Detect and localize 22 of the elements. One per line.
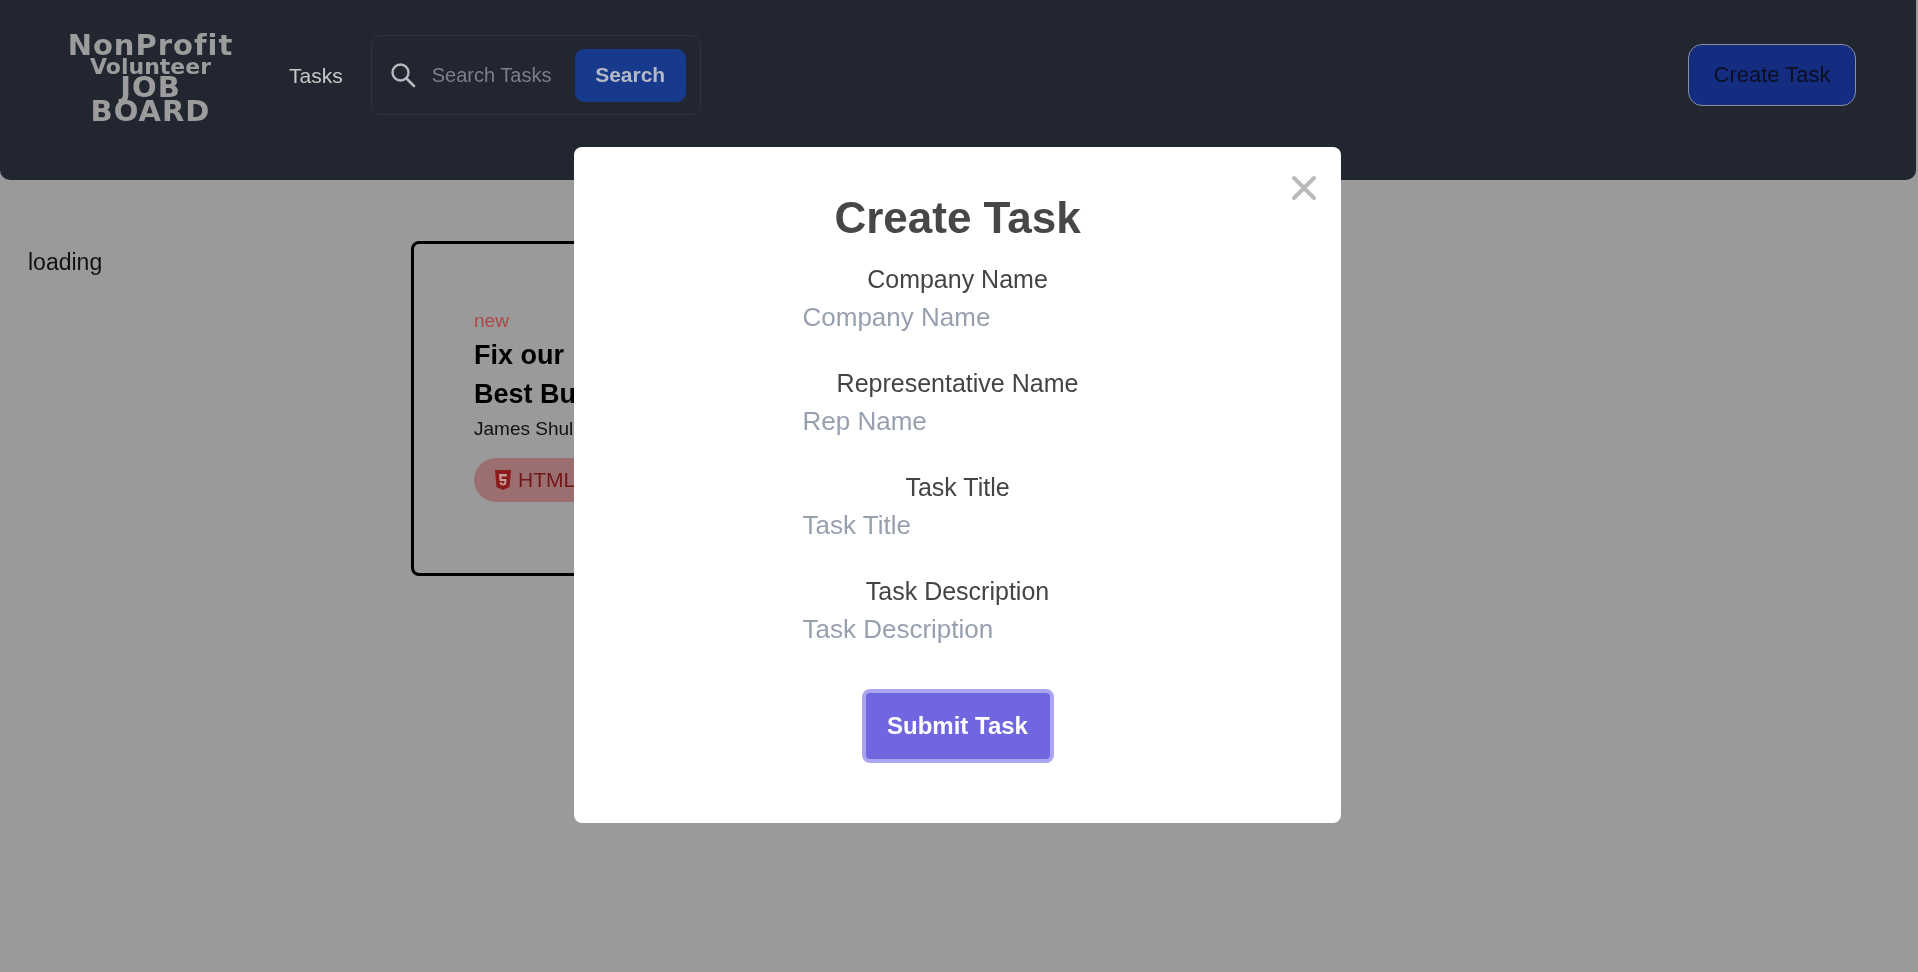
dialog-title: Create Task	[834, 193, 1081, 243]
task-title: Fix our	[474, 340, 564, 371]
new-label: new	[474, 310, 509, 332]
search-icon	[389, 62, 416, 88]
field-label: Company Name	[867, 265, 1048, 294]
submit-task-button[interactable]: Submit Task	[861, 689, 1054, 763]
loading-text: loading	[28, 249, 104, 276]
author-name: James Shul	[474, 418, 574, 440]
input-field[interactable]: Rep Name	[802, 406, 1113, 437]
field-label: Representative Name	[836, 369, 1079, 398]
input-field[interactable]: Task Title	[802, 510, 1113, 541]
search-field[interactable]: Search Tasks Search	[370, 35, 701, 115]
search-button[interactable]: Search	[574, 48, 686, 102]
field-label: Task Description	[865, 577, 1050, 606]
logo: NonProfit Volunteer JOB BOARD	[66, 34, 235, 124]
close-icon[interactable]	[1291, 175, 1317, 201]
input-field[interactable]: Company Name	[802, 302, 1113, 333]
task-title: Best Bu	[474, 379, 576, 410]
input-field[interactable]: Task Description	[802, 614, 1113, 645]
field-label: Task Title	[905, 473, 1010, 502]
nav-link[interactable]: Tasks	[289, 64, 343, 88]
shield-icon	[494, 469, 512, 491]
